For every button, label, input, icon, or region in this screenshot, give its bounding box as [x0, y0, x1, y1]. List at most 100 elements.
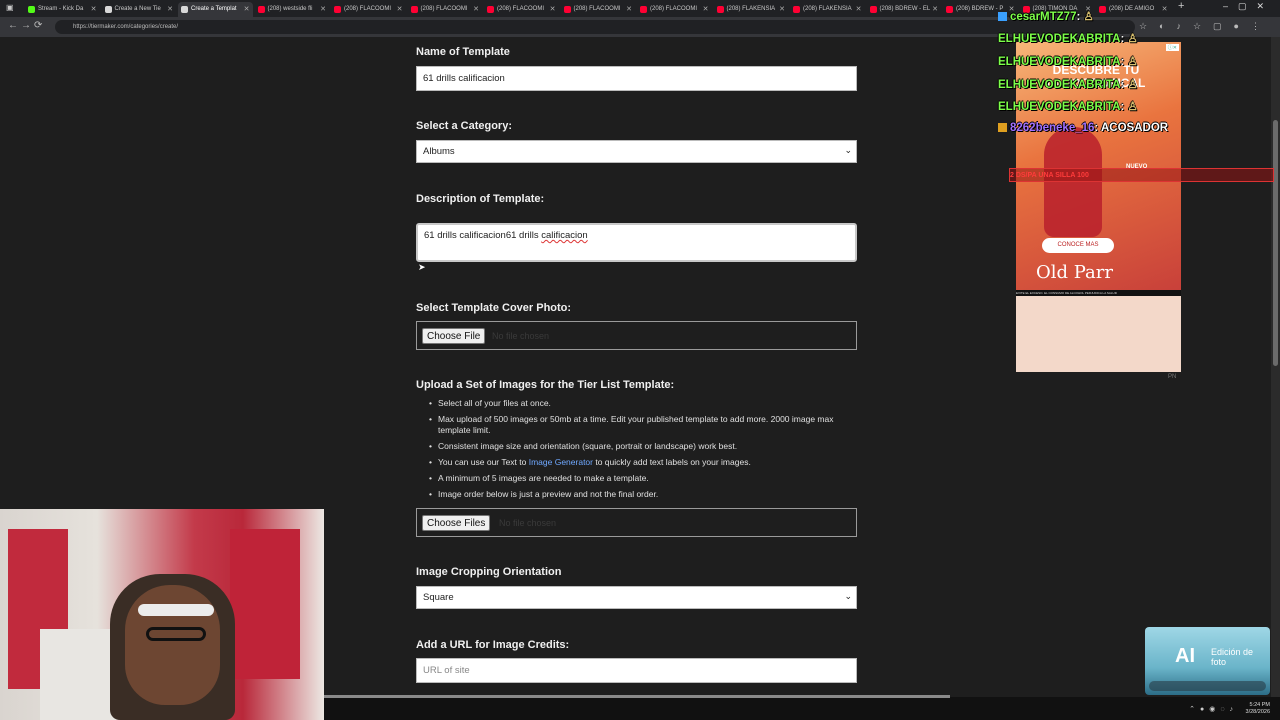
template-name-input[interactable]: 61 drills calificacion [416, 66, 857, 91]
image-credits-label: Add a URL for Image Credits: [416, 639, 570, 651]
tab-favicon-icon [334, 6, 341, 13]
tab-close-icon[interactable]: ✕ [779, 2, 785, 17]
tab-close-icon[interactable]: ✕ [550, 2, 556, 17]
clock-date: 3/28/2026 [1245, 709, 1270, 715]
tab-close-icon[interactable]: ✕ [856, 2, 862, 17]
list-item: Consistent image size and orientation (s… [429, 441, 848, 452]
images-file-status: No file chosen [499, 518, 557, 528]
bullet-text: You can use our Text to [438, 457, 529, 467]
page-scrollbar-thumb[interactable] [1273, 120, 1278, 366]
category-label: Select a Category: [416, 120, 512, 132]
browser-tab[interactable]: (208) FLACOOMI ✕ [561, 2, 636, 17]
browser-tab[interactable]: (208) FLAKENSIA ✕ [714, 2, 789, 17]
chat-message: ELHUEVODEKABRITA: ♙ [998, 31, 1138, 45]
chat-text: : ACOSADOR [1094, 122, 1169, 134]
new-tab-icon[interactable]: + [1178, 0, 1184, 12]
browser-tab[interactable]: (208) FLACOOMI ✕ [637, 2, 712, 17]
back-icon[interactable]: ← [8, 20, 18, 31]
browser-tab[interactable]: (208) BDREW - EL ✕ [867, 2, 942, 17]
window-controls[interactable]: –▢✕ [1223, 1, 1274, 12]
tab-label: (208) FLAKENSIA [726, 6, 776, 12]
reload-icon[interactable]: ⟳ [34, 20, 42, 31]
tab-favicon-icon [487, 6, 494, 13]
toast-text: Edición de foto [1211, 647, 1254, 667]
glasses [146, 627, 206, 641]
tab-close-icon[interactable]: ✕ [1162, 2, 1168, 17]
tab-favicon-icon [181, 6, 188, 13]
photo-edit-notification[interactable]: AI Edición de foto [1145, 627, 1270, 695]
webcam-overlay [0, 509, 324, 720]
advertisement[interactable]: DESCUBRE TU LADO TROPICAL NUEVO CONOCE M… [1016, 42, 1181, 372]
tab-label: (208) westside fli [267, 6, 313, 12]
tab-close-icon[interactable]: ✕ [397, 2, 403, 17]
ad-corner-label: PN [1168, 374, 1177, 380]
images-choose-files-button[interactable]: Choose Files [422, 515, 491, 531]
chat-username: ELHUEVODEKABRITA [998, 33, 1121, 45]
chat-text: : [1120, 33, 1125, 45]
tab-label: Stream - Kick Da [38, 6, 84, 12]
horizontal-scrollbar[interactable] [324, 695, 950, 698]
emote-icon: ♙ [1127, 56, 1138, 68]
browser-tab[interactable]: Create a Templat ✕ [178, 2, 253, 17]
chat-message: ELHUEVODEKABRITA: ♙ [998, 54, 1138, 68]
browser-tab[interactable]: (208) FLACOOMI ✕ [408, 2, 483, 17]
category-select[interactable]: Albums [416, 139, 857, 163]
tab-close-icon[interactable]: ✕ [91, 2, 97, 17]
image-credits-url-input[interactable]: URL of site [416, 658, 857, 683]
tab-close-icon[interactable]: ✕ [473, 2, 479, 17]
browser-tab[interactable]: (208) FLACOOMI ✕ [484, 2, 559, 17]
taskbar-clock[interactable]: 5:24 PM 3/28/2026 [1246, 702, 1270, 716]
chat-username: ELHUEVODEKABRITA [998, 101, 1121, 113]
ad-legal-text: EVITE EL EXCESO. EL CONSUMO DE ALCOHOL P… [1016, 290, 1181, 296]
crop-orientation-select[interactable]: Square [416, 585, 857, 609]
description-text: 61 drills calificacion61 drills [424, 230, 542, 241]
tab-menu-icon[interactable]: ▣ [6, 3, 14, 12]
browser-tab[interactable]: Stream - Kick Da ✕ [25, 2, 100, 17]
tab-close-icon[interactable]: ✕ [932, 2, 938, 17]
emote-icon: ♙ [1083, 11, 1094, 23]
url-field[interactable]: https://tiermaker.com/categories/create/ [55, 20, 1135, 34]
bullet-text: to quickly add text labels on your image… [593, 457, 751, 467]
browser-tab[interactable]: (208) DE AMIGO ✕ [1096, 2, 1171, 17]
browser-tab[interactable]: (208) FLACOOMI ✕ [331, 2, 406, 17]
browser-tab[interactable]: (208) FLAKENSIA ✕ [790, 2, 865, 17]
tab-label: (208) BDREW - P [956, 6, 1004, 12]
ad-cta-button[interactable]: CONOCE MAS [1042, 238, 1114, 253]
tab-close-icon[interactable]: ✕ [626, 2, 632, 17]
description-misspelled-word: calificacion [541, 230, 588, 241]
tab-label: (208) DE AMIGO [1109, 6, 1155, 12]
tab-close-icon[interactable]: ✕ [320, 2, 326, 17]
extension-icons[interactable]: ☆◐♪☆▢●⋮ [1139, 21, 1272, 32]
list-item: A minimum of 5 images are needed to make… [429, 473, 848, 484]
description-textarea[interactable]: 61 drills calificacion61 drills califica… [416, 223, 857, 262]
system-tray-icons[interactable]: ⌃●◉◌♪ [1189, 705, 1238, 713]
chat-text: : [1120, 79, 1125, 91]
cover-photo-file-input[interactable]: Choose File No file chosen [416, 321, 857, 350]
tab-close-icon[interactable]: ✕ [167, 2, 173, 17]
tab-close-icon[interactable]: ✕ [703, 2, 709, 17]
ad-info-icon[interactable]: ⓘ✕ [1165, 44, 1179, 51]
list-item: You can use our Text to Image Generator … [429, 457, 848, 468]
crop-orientation-value: Square [423, 592, 454, 603]
cover-photo-label: Select Template Cover Photo: [416, 302, 572, 314]
cover-choose-file-button[interactable]: Choose File [422, 328, 486, 344]
browser-tab[interactable]: (208) westside fli ✕ [255, 2, 330, 17]
headband [138, 604, 214, 616]
emote-icon: ♙ [1127, 101, 1138, 113]
list-item: Max upload of 500 images or 50mb at a ti… [429, 414, 848, 436]
chat-text: : [1120, 101, 1125, 113]
tab-favicon-icon [28, 6, 35, 13]
chat-username: cesarMTZ77 [1010, 11, 1077, 23]
upload-images-label: Upload a Set of Images for the Tier List… [416, 379, 675, 391]
tab-label: (208) BDREW - EL [879, 6, 931, 12]
category-value: Albums [423, 146, 455, 157]
media-controls[interactable] [1149, 681, 1266, 691]
ad-brand-logo: Old Parr [1036, 262, 1114, 283]
curtain-right [230, 529, 300, 679]
tab-close-icon[interactable]: ✕ [244, 2, 250, 17]
tab-favicon-icon [1099, 6, 1106, 13]
forward-icon[interactable]: → [21, 20, 31, 31]
browser-tab[interactable]: Create a New Tie ✕ [102, 2, 177, 17]
image-generator-link[interactable]: Image Generator [529, 457, 593, 467]
images-file-input[interactable]: Choose Files No file chosen [416, 508, 857, 537]
